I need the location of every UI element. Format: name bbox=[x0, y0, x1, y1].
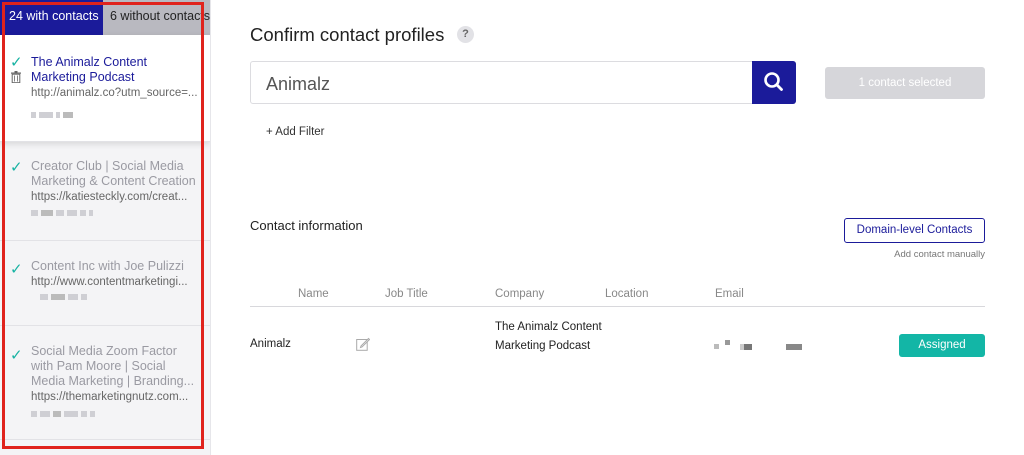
contact-name: Animalz bbox=[250, 338, 291, 350]
list-item-url: http://www.contentmarketingi... bbox=[31, 276, 188, 288]
redacted-text bbox=[31, 112, 73, 118]
page-title: Confirm contact profiles bbox=[250, 24, 445, 45]
redacted-text bbox=[31, 411, 95, 417]
check-icon: ✓ bbox=[10, 54, 23, 71]
search-button[interactable] bbox=[752, 61, 796, 104]
list-item-title[interactable]: Creator Club | Social Media Marketing & … bbox=[31, 159, 199, 189]
redacted-email bbox=[714, 340, 804, 352]
list-item-url: https://katiesteckly.com/creat... bbox=[31, 191, 188, 203]
contact-information-title: Contact information bbox=[250, 218, 363, 233]
contact-company: The Animalz Content Marketing Podcast bbox=[495, 321, 602, 352]
redacted-text bbox=[40, 294, 87, 300]
source-list: ✓ The Animalz Content Marketing Podcast … bbox=[0, 35, 210, 440]
search-input[interactable] bbox=[264, 71, 748, 97]
add-contact-manually-link[interactable]: Add contact manually bbox=[850, 249, 985, 260]
column-header-company: Company bbox=[495, 288, 545, 300]
check-icon: ✓ bbox=[10, 347, 23, 364]
list-item-title[interactable]: The Animalz Content Marketing Podcast bbox=[31, 55, 199, 85]
list-item[interactable]: ✓ Content Inc with Joe Pulizzi http://ww… bbox=[0, 241, 210, 326]
contact-sources-sidebar: 24 with contacts 6 without contacts ✓ Th… bbox=[0, 0, 211, 455]
table-divider bbox=[250, 306, 985, 307]
column-header-location: Location bbox=[605, 288, 649, 300]
assigned-status-button[interactable]: Assigned bbox=[899, 334, 985, 357]
add-filter-button[interactable]: + Add Filter bbox=[266, 126, 325, 138]
column-header-email: Email bbox=[715, 288, 744, 300]
list-item-title[interactable]: Social Media Zoom Factor with Pam Moore … bbox=[31, 344, 199, 389]
column-header-job-title: Job Title bbox=[385, 288, 428, 300]
tab-with-contacts[interactable]: 24 with contacts bbox=[0, 0, 103, 35]
contacts-selected-button[interactable]: 1 contact selected bbox=[825, 67, 985, 99]
tab-without-contacts[interactable]: 6 without contacts bbox=[103, 0, 210, 35]
edit-icon[interactable] bbox=[356, 337, 370, 351]
check-icon: ✓ bbox=[10, 159, 23, 176]
trash-icon[interactable] bbox=[11, 71, 21, 83]
list-item[interactable]: ✓ The Animalz Content Marketing Podcast … bbox=[0, 35, 210, 142]
list-item-url: http://animalz.co?utm_source=... bbox=[31, 87, 198, 99]
check-icon: ✓ bbox=[10, 261, 23, 278]
sidebar-tabs: 24 with contacts 6 without contacts bbox=[0, 0, 210, 35]
column-header-name: Name bbox=[298, 288, 329, 300]
domain-level-contacts-button[interactable]: Domain-level Contacts bbox=[844, 218, 985, 243]
list-item[interactable]: ✓ Creator Club | Social Media Marketing … bbox=[0, 142, 210, 241]
search-icon bbox=[764, 72, 783, 91]
list-item-title[interactable]: Content Inc with Joe Pulizzi bbox=[31, 259, 199, 274]
list-item-url: https://themarketingnutz.com... bbox=[31, 391, 189, 403]
help-icon[interactable]: ? bbox=[457, 26, 474, 43]
redacted-text bbox=[31, 210, 93, 216]
search-bar bbox=[250, 61, 796, 104]
list-item[interactable]: ✓ Social Media Zoom Factor with Pam Moor… bbox=[0, 326, 210, 440]
